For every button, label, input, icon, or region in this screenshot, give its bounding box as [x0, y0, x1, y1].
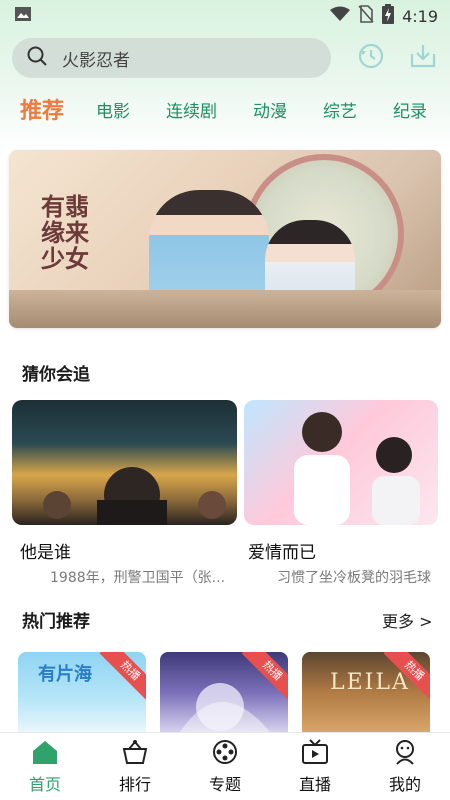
download-icon[interactable]: [409, 42, 437, 74]
banner-title-art: 有翡缘来少女: [41, 192, 89, 273]
section-title-guess: 猜你会追: [22, 365, 90, 385]
search-row: 火影忍者: [12, 37, 438, 79]
guess-card-subtitle-1: 1988年，刑警卫国平（张...: [50, 570, 225, 586]
profile-icon: [391, 739, 419, 769]
guess-card-title-2[interactable]: 爱情而已: [248, 538, 316, 563]
search-input[interactable]: 火影忍者: [12, 38, 331, 78]
section-title-hot: 热门推荐: [22, 612, 90, 632]
hot-badge-1: 热播: [99, 652, 146, 702]
hot-card-poster-text-3: LEILA: [330, 670, 410, 695]
hot-card-1[interactable]: 有片海 热播: [18, 652, 146, 732]
live-tv-icon: [301, 738, 329, 769]
home-icon: [31, 739, 59, 769]
tab-series[interactable]: 连续剧: [166, 97, 217, 122]
banner-desk: [9, 290, 441, 328]
nav-ranking-label: 排行: [118, 774, 151, 794]
status-bar: 4:19: [0, 0, 450, 32]
nav-topic[interactable]: 专题: [190, 739, 260, 795]
guess-card-title-1[interactable]: 他是谁: [20, 538, 71, 563]
hot-card-3[interactable]: LEILA 热播: [302, 652, 430, 732]
nav-live[interactable]: 直播: [280, 738, 350, 795]
tab-variety[interactable]: 综艺: [323, 97, 357, 122]
hot-card-2[interactable]: 热播: [160, 652, 288, 732]
more-link[interactable]: 更多 >: [382, 608, 433, 632]
nav-home-label: 首页: [28, 774, 61, 794]
no-sim-icon: [358, 5, 374, 27]
tab-documentary[interactable]: 纪录: [393, 97, 427, 122]
guess-card-subtitle-2: 习惯了坐冷板凳的羽毛球: [277, 570, 431, 586]
topic-reel-icon: [211, 739, 239, 769]
hot-card-poster-text-1: 有片海: [38, 664, 92, 685]
banner-carousel[interactable]: 有翡缘来少女: [9, 150, 441, 328]
nav-profile-label: 我的: [388, 774, 421, 794]
history-icon[interactable]: [357, 42, 385, 74]
search-query: 火影忍者: [62, 50, 130, 71]
tab-movies[interactable]: 电影: [96, 97, 130, 122]
status-time: 4:19: [402, 6, 438, 26]
battery-charging-icon: [382, 4, 395, 28]
nav-profile[interactable]: 我的: [370, 739, 440, 795]
more-link-label: 更多 >: [382, 612, 433, 631]
guess-card-poster-1[interactable]: [12, 400, 237, 525]
bottom-navigation: 首页 排行 专题 直播 我的: [0, 732, 450, 800]
wifi-icon: [330, 6, 351, 26]
nav-ranking[interactable]: 排行: [100, 739, 170, 795]
image-icon: [14, 6, 32, 26]
nav-home[interactable]: 首页: [10, 739, 80, 795]
nav-topic-label: 专题: [208, 774, 241, 794]
ranking-icon: [121, 739, 149, 769]
search-icon: [26, 45, 48, 71]
tab-recommend[interactable]: 推荐: [20, 93, 64, 125]
tab-anime[interactable]: 动漫: [253, 97, 287, 122]
guess-card-poster-2[interactable]: [244, 400, 438, 525]
nav-live-label: 直播: [298, 774, 331, 794]
category-tabs: 推荐 电影 连续剧 动漫 综艺 纪录: [0, 88, 450, 130]
